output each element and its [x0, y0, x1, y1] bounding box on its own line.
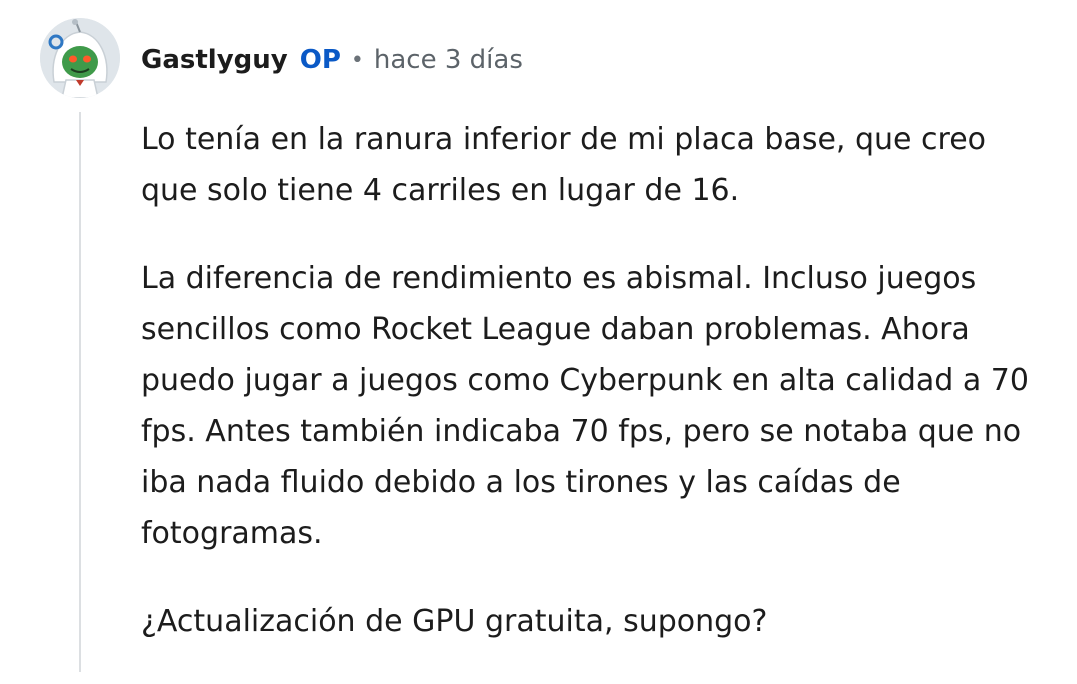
user-avatar[interactable]: [40, 18, 120, 98]
thread-collapse-line[interactable]: [79, 112, 81, 672]
op-badge: OP: [299, 45, 341, 75]
author-username[interactable]: Gastlyguy: [141, 45, 288, 75]
snoo-avatar-icon: [40, 18, 120, 98]
meta-separator: •: [350, 47, 364, 73]
comment-timestamp[interactable]: hace 3 días: [374, 45, 523, 75]
comment-paragraph: Lo tenía en la ranura inferior de mi pla…: [141, 122, 987, 208]
comment-paragraph: La diferencia de rendimiento es abismal.…: [141, 261, 1029, 551]
comment-body: Lo tenía en la ranura inferior de mi pla…: [141, 114, 1046, 684]
comment-header: Gastlyguy OP • hace 3 días: [141, 40, 523, 80]
comment-paragraph: ¿Actualización de GPU gratuita, supongo?: [141, 604, 768, 639]
comment: Gastlyguy OP • hace 3 días Lo tenía en l…: [0, 0, 1077, 672]
